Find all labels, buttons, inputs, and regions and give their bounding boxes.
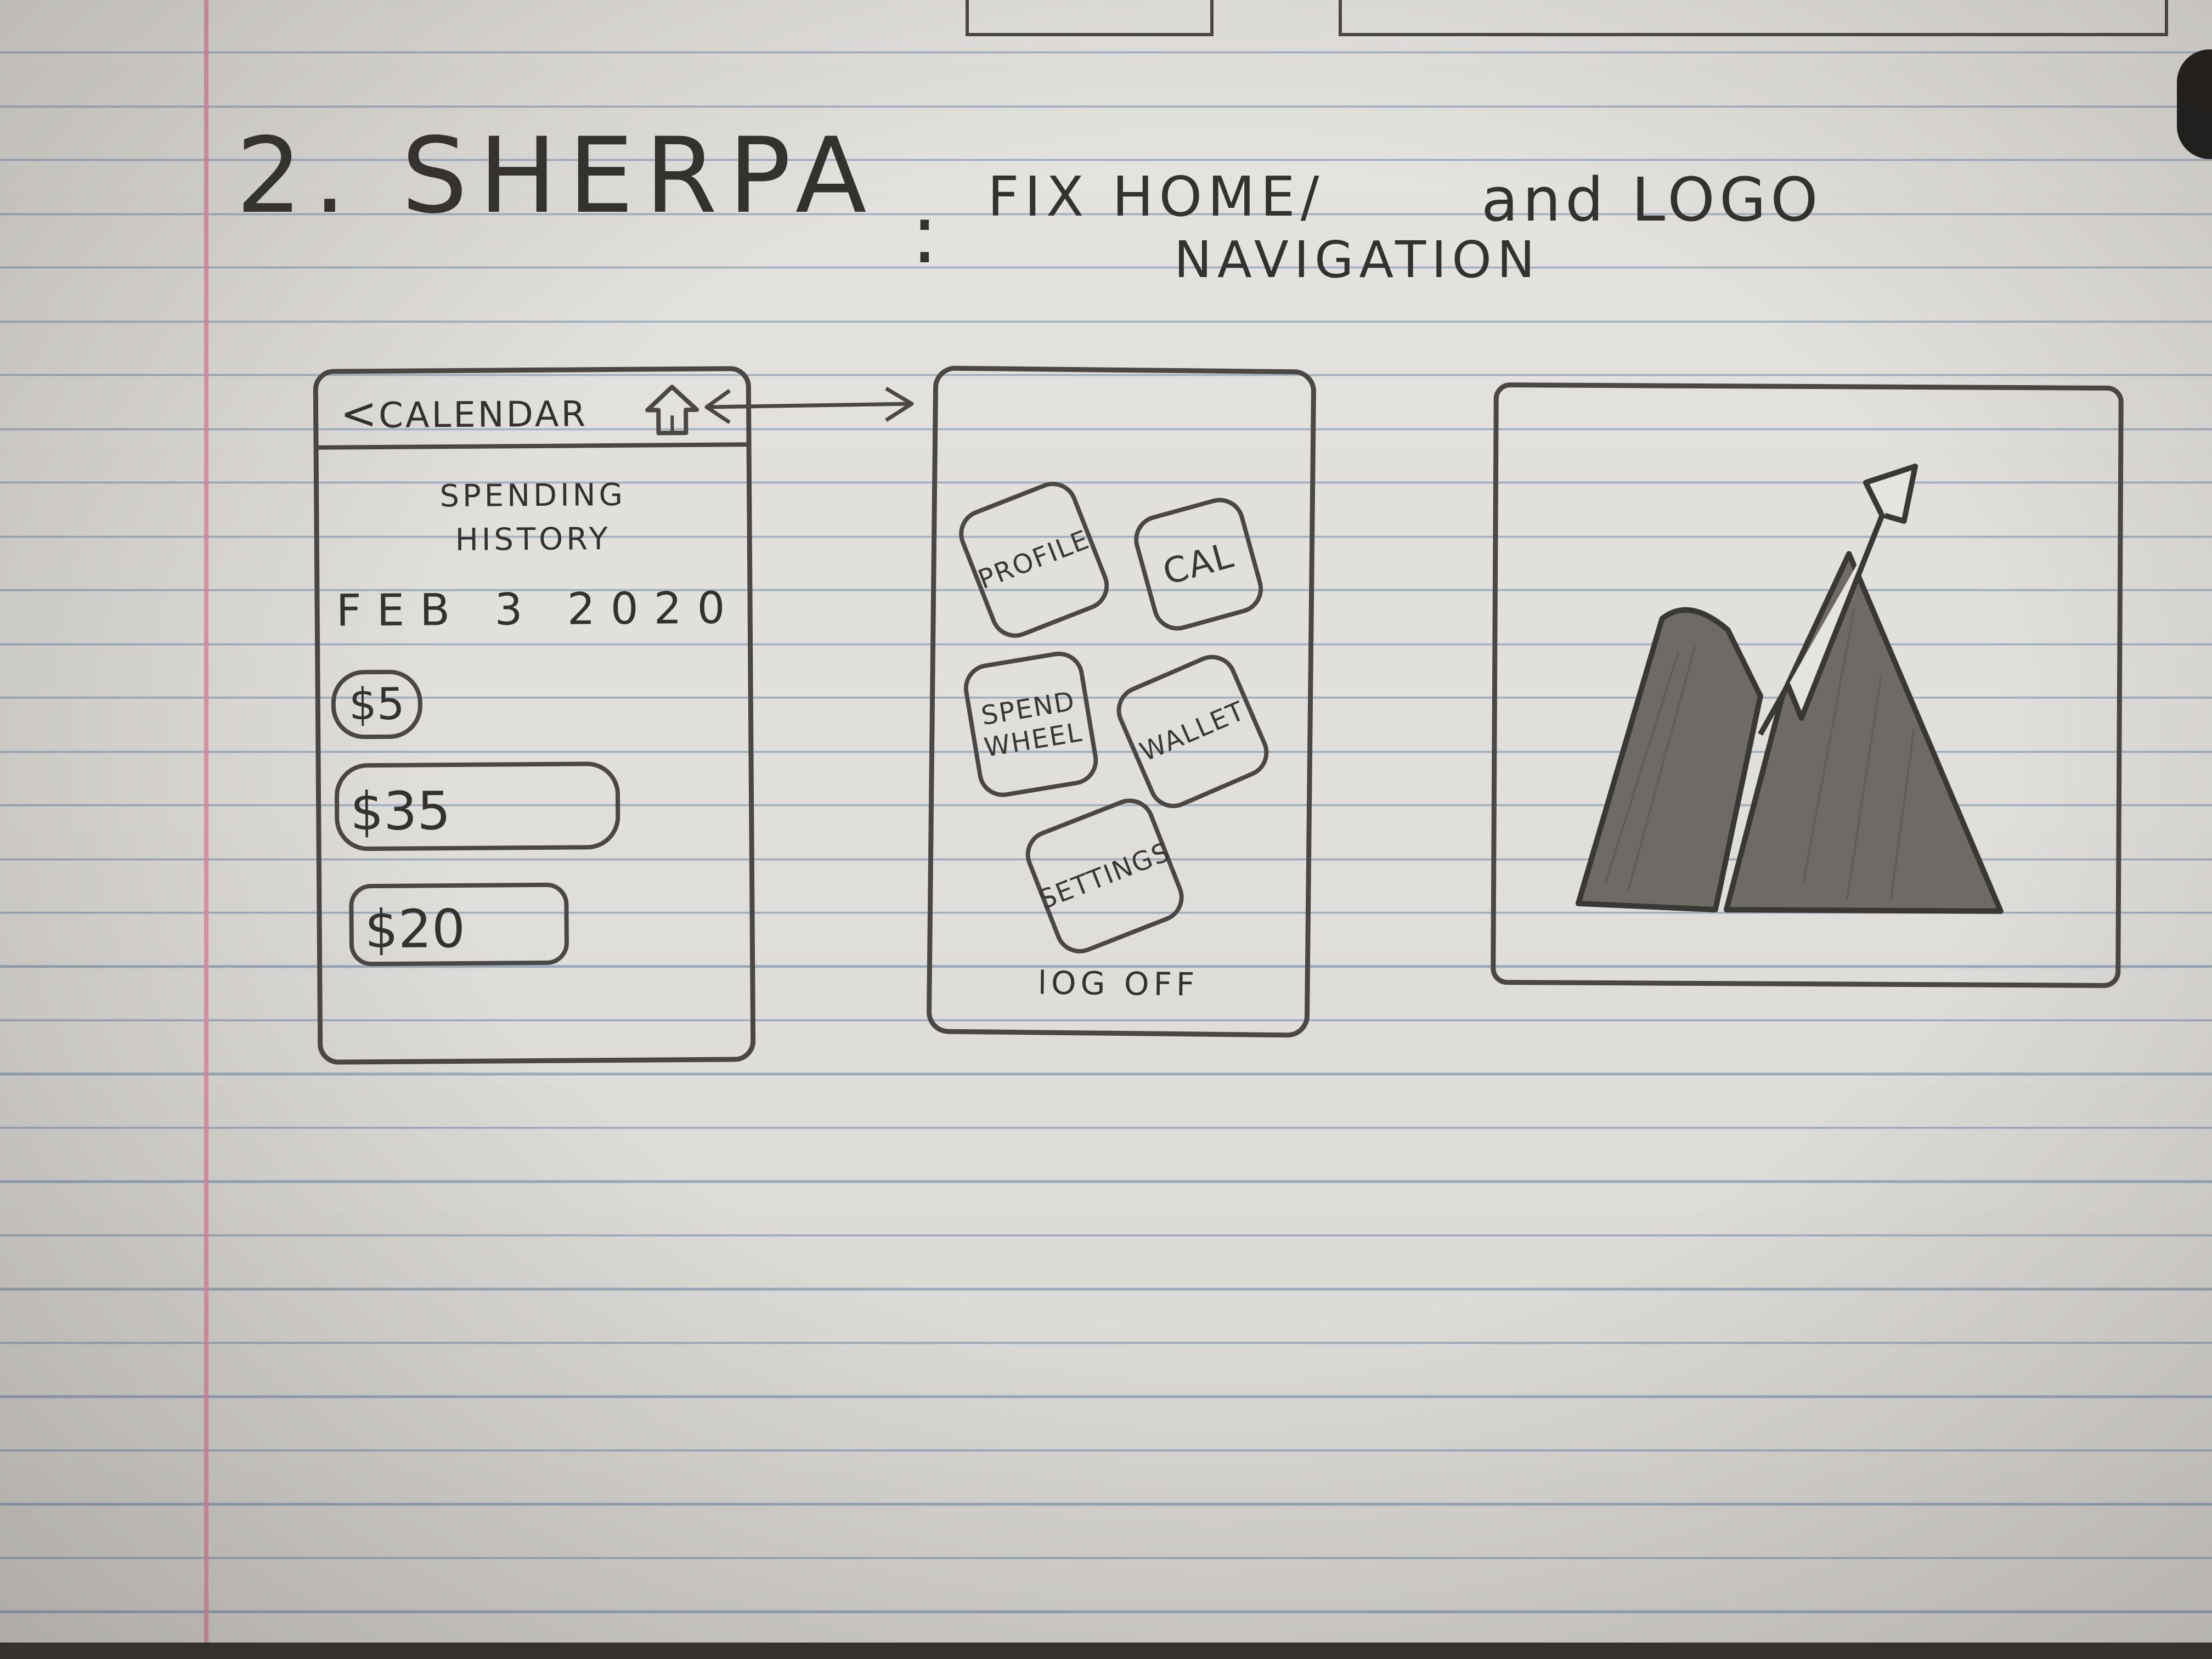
- app-name: SHERPA: [401, 115, 878, 236]
- spend-wheel-tile[interactable]: SPEND WHEEL: [960, 647, 1102, 801]
- title-note-fix-home: FIX HOME/: [988, 165, 1325, 229]
- calendar-tile[interactable]: CAL: [1128, 492, 1269, 636]
- title-colon: :: [911, 187, 943, 282]
- title-note-and-logo: and LOGO: [1481, 165, 1822, 235]
- profile-tile[interactable]: PROFILE: [951, 474, 1116, 646]
- settings-tile[interactable]: SETTINGS: [1018, 791, 1192, 961]
- spending-amount-item[interactable]: $5: [331, 669, 423, 740]
- spending-amount-item[interactable]: $35: [334, 761, 620, 851]
- calendar-header: < CALENDAR: [318, 371, 747, 450]
- logo-sketch-frame: [1491, 382, 2124, 988]
- notebook-margin-line: [204, 0, 208, 1659]
- calendar-screen-sketch: < CALENDAR SPENDING HISTORY FEB 3 2020 $…: [313, 366, 756, 1065]
- back-icon[interactable]: <: [340, 388, 377, 439]
- page-title: 2. SHERPA: [236, 115, 878, 236]
- title-note-navigation: NAVIGATION: [1174, 230, 1541, 289]
- calendar-title: CALENDAR: [378, 394, 588, 436]
- log-off-link[interactable]: lOG OFF: [932, 963, 1305, 1004]
- home-icon[interactable]: [642, 382, 703, 438]
- wallet-tile[interactable]: WALLET: [1109, 647, 1277, 816]
- desk-edge: [0, 1643, 2212, 1659]
- navigation-arrow-icon: [704, 386, 914, 424]
- previous-sketch-fragment: [1339, 0, 2168, 36]
- mountain-arrow-logo-icon: [1575, 464, 2004, 914]
- home-screen-sketch: PROFILE CAL SPEND WHEEL WALLET SETTINGS …: [926, 365, 1317, 1038]
- spending-amount-item[interactable]: $20: [349, 882, 569, 967]
- spending-history-heading: SPENDING HISTORY: [439, 477, 627, 558]
- calendar-date: FEB 3 2020: [336, 582, 741, 636]
- previous-sketch-fragment: [966, 0, 1214, 36]
- binder-hole: [2177, 49, 2212, 159]
- title-number: 2.: [236, 115, 358, 236]
